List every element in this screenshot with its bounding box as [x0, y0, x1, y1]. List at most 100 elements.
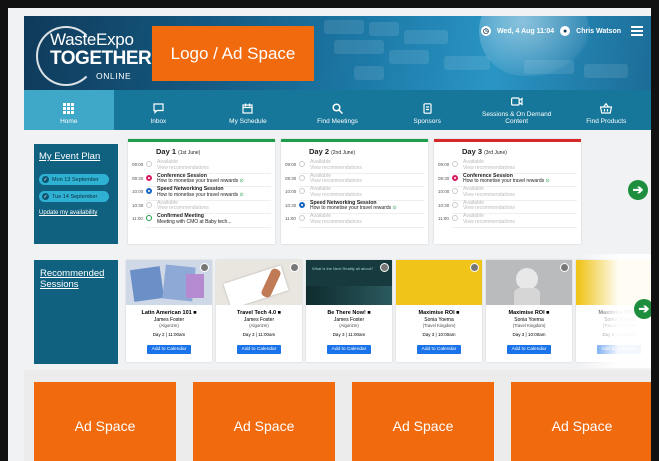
schedule-slot[interactable]: 10:00 Available View recommendations	[434, 186, 581, 201]
session-date: Day 3 | 11:00am	[332, 332, 366, 337]
slot-text: Confirmed Meeting Meeting with CMO at Bab…	[157, 213, 231, 226]
slot-text: Speed Networking Session How to monetise …	[157, 186, 244, 199]
menu-icon[interactable]	[631, 26, 643, 36]
day-title: Day 3 (3rd June)	[462, 147, 507, 156]
schedule-slot[interactable]: 09:30 Conference Session How to monetise y…	[434, 173, 581, 188]
ad-space[interactable]: Ad Space	[34, 382, 176, 461]
add-to-calendar-button[interactable]: Add to Calendar	[146, 345, 192, 354]
slot-subtitle: How to monetise your travel rewards	[157, 191, 239, 198]
session-image[interactable]	[486, 260, 572, 305]
ad-space[interactable]: Ad Space	[193, 382, 335, 461]
nav-label: My Schedule	[229, 117, 267, 125]
slot-time: 09:00	[132, 162, 144, 167]
slot-status-dot	[452, 215, 458, 221]
brand-line-1: WasteExpo	[50, 30, 134, 49]
schedule-slot[interactable]: 10:00 Available View recommendations	[281, 186, 428, 201]
nav-my-schedule[interactable]: My Schedule	[203, 90, 293, 130]
recommended-title[interactable]: Recommended Sessions	[40, 268, 112, 291]
session-card[interactable]: Maximise ROI ■Sonia Yoema(Travel Kingdom…	[486, 260, 572, 362]
check-icon: ⊙	[392, 205, 397, 212]
slot-text: Available View recommendations	[157, 159, 209, 172]
slot-time: 09:00	[438, 162, 450, 167]
session-company: (Algorizm)	[159, 323, 179, 328]
schedule-slot[interactable]: 11:00 Confirmed Meeting Meeting with CMO a…	[128, 213, 275, 228]
nav-find-products[interactable]: Find Products	[561, 90, 651, 130]
nav-find-meetings[interactable]: Find Meetings	[293, 90, 383, 130]
session-image[interactable]	[396, 260, 482, 305]
nav-sponsors[interactable]: Sponsors	[382, 90, 472, 130]
video-icon	[510, 97, 523, 106]
speaker-avatar	[470, 263, 479, 272]
slot-time: 10:00	[438, 189, 450, 194]
ad-space[interactable]: Ad Space	[511, 382, 651, 461]
session-card[interactable]: Maximise ROI ■Sonia Yoema(Travel Kingdom…	[396, 260, 482, 362]
speaker-avatar	[380, 263, 389, 272]
session-card[interactable]: What is the Next Reality all about? Be Th…	[306, 260, 392, 362]
logo-ad-space[interactable]: Logo / Ad Space	[152, 26, 314, 81]
user-name[interactable]: Chris Watson	[576, 28, 621, 35]
video-icon: ■	[546, 310, 550, 316]
session-image[interactable]: What is the Next Reality all about?	[306, 260, 392, 305]
nav-sessions[interactable]: Sessions & On Demand Content	[472, 90, 562, 130]
schedule-slot[interactable]: 11:00 Available View recommendations	[434, 213, 581, 228]
update-availability-link[interactable]: Update my availability	[39, 210, 113, 216]
session-title: Maximise ROI ■	[508, 310, 550, 316]
speaker-avatar	[200, 263, 209, 272]
ad-space[interactable]: Ad Space	[352, 382, 494, 461]
day-title: Day 1 (1st June)	[156, 147, 201, 156]
add-to-calendar-button[interactable]: Add to Calendar	[416, 345, 462, 354]
add-to-calendar-button[interactable]: Add to Calendar	[506, 345, 552, 354]
session-company: (Travel Kingdom)	[422, 323, 456, 328]
slot-subtitle: View recommendations	[463, 205, 515, 212]
date-pill[interactable]: ✓ Tue 14 September	[39, 191, 109, 202]
session-company: (Travel Kingdom)	[512, 323, 546, 328]
schedule-slot[interactable]: 09:30 Available View recommendations	[281, 173, 428, 188]
schedule-slot[interactable]: 09:00 Available View recommendations	[281, 159, 428, 174]
ads-row: Ad Space Ad Space Ad Space Ad Space	[24, 370, 651, 461]
grid-icon	[63, 102, 75, 114]
slot-status-dot	[452, 188, 458, 194]
session-title: Be There Now! ■	[327, 310, 371, 316]
date-pill[interactable]: ✓ Mon 13 September	[39, 174, 109, 185]
slot-status-dot	[452, 174, 458, 181]
add-to-calendar-button[interactable]: Add to Calendar	[326, 345, 372, 354]
day-title: Day 2 (2nd June)	[309, 147, 356, 156]
nav-label: Find Meetings	[317, 117, 358, 125]
schedule-slot[interactable]: 10:30 Available View recommendations	[434, 200, 581, 215]
schedule-slot[interactable]: 09:00 Available View recommendations	[128, 159, 275, 174]
next-arrow-icon[interactable]: ➔	[628, 180, 648, 200]
slot-status-dot	[146, 201, 152, 208]
recommended-title-line-1: Recommended	[40, 268, 105, 279]
slot-time: 10:00	[285, 189, 297, 194]
session-card[interactable]: Latin American 101 ■ James Foster (Algoriz…	[126, 260, 212, 362]
day-column: Day 3 (3rd June) 09:00 Available View recom…	[434, 139, 581, 244]
video-icon: ■	[367, 310, 371, 316]
slot-text: Available View recommendations	[310, 186, 362, 199]
session-title: Maximise ROI ■	[418, 310, 460, 316]
slot-subtitle: How to monetise your travel rewards	[157, 178, 239, 185]
schedule-slot[interactable]: 10:00 Speed Networking Session How to mone…	[128, 186, 275, 201]
slot-text: Available View recommendations	[463, 200, 515, 213]
nav-home[interactable]: Home	[24, 90, 114, 130]
schedule-slot[interactable]: 10:30 Available View recommendations	[128, 200, 275, 215]
schedule-slot[interactable]: 11:00 Available View recommendations	[281, 213, 428, 228]
slot-subtitle: View recommendations	[463, 164, 515, 171]
slot-text: Conference Session How to monetise your t…	[463, 173, 550, 186]
session-card[interactable]: Travel Tech 4.0 ■ James Foster (Algorizm) D…	[216, 260, 302, 362]
brand-logo[interactable]: WasteExpo TOGETHER ONLINE	[32, 24, 152, 90]
slot-subtitle: View recommendations	[157, 164, 209, 171]
schedule-slot[interactable]: 09:30 Conference Session How to monetise y…	[128, 173, 275, 188]
schedule-slot[interactable]: 10:30 Speed Networking Session How to mone…	[281, 200, 428, 215]
event-plan-title[interactable]: My Event Plan	[39, 151, 113, 162]
nav-inbox[interactable]: Inbox	[114, 90, 204, 130]
slot-subtitle: View recommendations	[310, 218, 362, 225]
add-to-calendar-button[interactable]: Add to Calendar	[236, 345, 282, 354]
session-image[interactable]	[216, 260, 302, 305]
recommended-row: Recommended Sessions Latin American 101 …	[30, 254, 651, 368]
slot-time: 11:00	[132, 216, 143, 221]
schedule-slot[interactable]: 09:00 Available View recommendations	[434, 159, 581, 174]
session-image[interactable]	[126, 260, 212, 305]
slot-status-dot	[146, 188, 152, 194]
next-arrow-icon[interactable]: ➔	[634, 299, 651, 319]
slot-subtitle: View recommendations	[157, 205, 209, 212]
